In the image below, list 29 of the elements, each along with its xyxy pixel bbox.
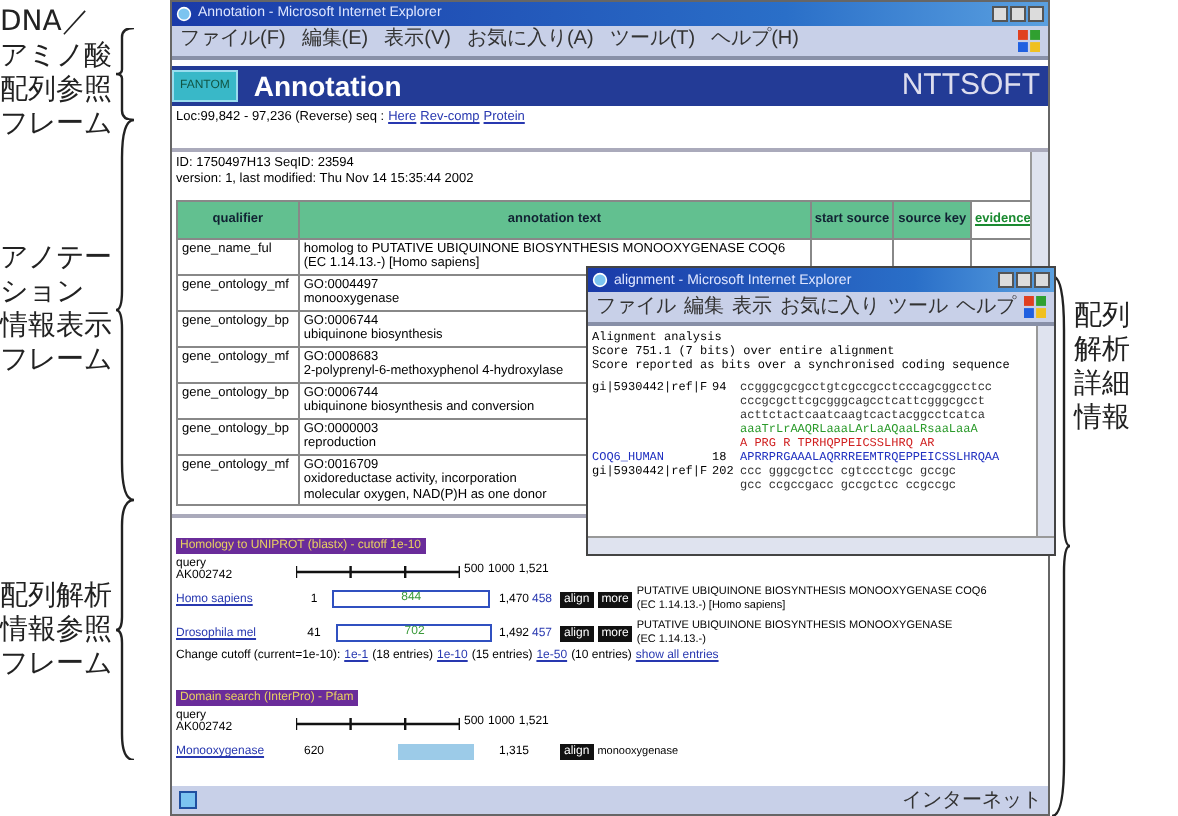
close-button[interactable] xyxy=(1028,5,1044,22)
menu-item[interactable]: ツール xyxy=(888,295,948,319)
zone-label: インターネット xyxy=(902,788,1042,814)
menu-item[interactable]: ヘルプ(H) xyxy=(711,28,799,53)
scrollbar[interactable] xyxy=(588,536,1054,554)
minimize-button[interactable] xyxy=(998,272,1014,288)
frame-annotation: 配列解析 情報参照 フレーム xyxy=(0,579,112,681)
minimize-button[interactable] xyxy=(992,5,1008,22)
close-button[interactable] xyxy=(1034,272,1050,288)
brand-name: NTTSOFT xyxy=(901,68,1040,103)
page-title: Annotation xyxy=(253,69,402,102)
menu-item[interactable]: 表示(V) xyxy=(384,28,451,53)
windows-logo-icon xyxy=(1018,29,1040,52)
domain-bar xyxy=(398,743,474,760)
maximize-button[interactable] xyxy=(1016,272,1032,288)
windows-logo-icon xyxy=(1024,296,1046,318)
browser-icon xyxy=(176,5,192,22)
frame-annotation: DNA／ アミノ酸 配列参照 フレーム xyxy=(0,6,112,142)
popup-annotation: 配列 解析 詳細 情報 xyxy=(1074,298,1130,436)
frame-annotation: アノテー ション 情報表示 フレーム xyxy=(0,242,112,378)
menu-item[interactable]: お気に入り(A) xyxy=(466,28,594,53)
page-icon xyxy=(178,790,198,810)
maximize-button[interactable] xyxy=(1010,5,1026,22)
menu-item[interactable]: ツール(T) xyxy=(609,28,696,53)
scrollbar[interactable] xyxy=(1036,326,1054,536)
browser-icon xyxy=(592,272,608,288)
menu-item[interactable]: ヘルプ xyxy=(956,295,1016,319)
menu-item[interactable]: ファイル(F) xyxy=(180,28,286,53)
menu-item[interactable]: 編集(E) xyxy=(301,28,369,53)
